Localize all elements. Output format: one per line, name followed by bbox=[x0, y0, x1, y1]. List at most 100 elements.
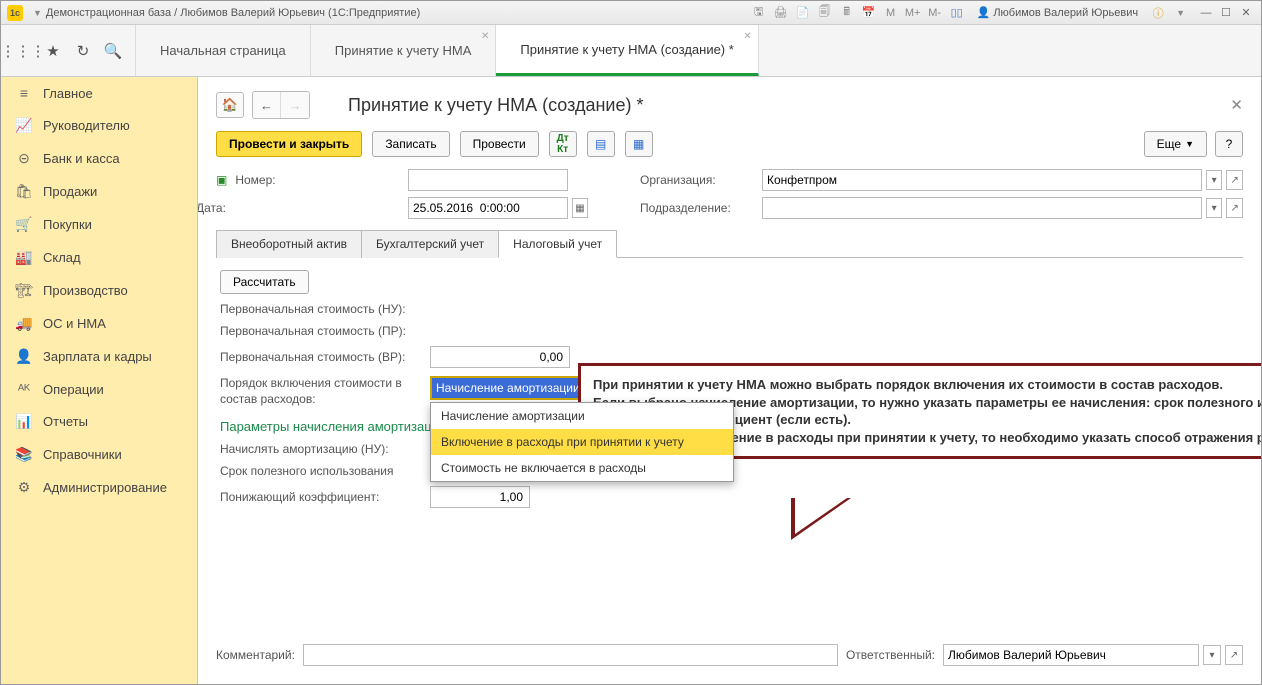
sidebar-item-admin[interactable]: ⚙Администрирование bbox=[1, 471, 197, 504]
sys-icon-1[interactable]: 🖫 bbox=[751, 5, 767, 21]
help-button[interactable]: ? bbox=[1215, 131, 1243, 157]
cost-order-dropdown: Начисление амортизации Включение в расхо… bbox=[430, 402, 734, 482]
back-button[interactable]: ← bbox=[253, 92, 281, 118]
truck-icon: 🚚 bbox=[15, 315, 33, 332]
close-icon[interactable]: ✕ bbox=[743, 31, 751, 42]
close-window-button[interactable]: ✕ bbox=[1237, 5, 1255, 21]
maximize-button[interactable]: ☐ bbox=[1217, 5, 1235, 21]
init-cost-vr-input[interactable] bbox=[430, 346, 570, 368]
save-button[interactable]: Записать bbox=[372, 131, 449, 157]
sidebar-item-bank[interactable]: ⊝Банк и касса bbox=[1, 142, 197, 175]
dept-input[interactable] bbox=[762, 197, 1202, 219]
calc-icon[interactable]: 🖩 bbox=[839, 5, 855, 21]
post-and-close-button[interactable]: Провести и закрыть bbox=[216, 131, 362, 157]
coin-icon: ⊝ bbox=[15, 150, 33, 167]
dropdown-icon[interactable]: ▾ bbox=[1206, 170, 1223, 190]
order-label: Порядок включения стоимости в состав рас… bbox=[220, 376, 420, 407]
more-button[interactable]: Еще ▼ bbox=[1144, 131, 1207, 157]
responsible-label: Ответственный: bbox=[846, 648, 935, 662]
calendar-icon[interactable]: 📅 bbox=[861, 5, 877, 21]
useful-life-label: Срок полезного использования bbox=[220, 464, 420, 478]
current-user[interactable]: 👤Любимов Валерий Юрьевич bbox=[977, 6, 1138, 19]
minimize-button[interactable]: — bbox=[1197, 5, 1215, 21]
tab-tax-accounting[interactable]: Налоговый учет bbox=[498, 230, 617, 258]
open-icon[interactable]: ↗ bbox=[1226, 198, 1243, 218]
sidebar-item-production[interactable]: 🏗Производство bbox=[1, 274, 197, 307]
sidebar-item-reports[interactable]: 📊Отчеты bbox=[1, 405, 197, 438]
tab-noncurrent-asset[interactable]: Внеоборотный актив bbox=[216, 230, 362, 258]
close-page-button[interactable]: ✕ bbox=[1230, 96, 1243, 114]
gear-icon: ⚙ bbox=[15, 479, 33, 496]
home-button[interactable]: 🏠 bbox=[216, 92, 244, 118]
sidebar-item-sales[interactable]: 🛍Продажи bbox=[1, 175, 197, 208]
sidebar-item-main[interactable]: ≡Главное bbox=[1, 77, 197, 109]
open-icon[interactable]: ↗ bbox=[1226, 170, 1243, 190]
dept-label: Подразделение: bbox=[640, 201, 750, 215]
m-icon[interactable]: M bbox=[883, 5, 899, 21]
number-input[interactable] bbox=[408, 169, 568, 191]
tab-nma-list[interactable]: Принятие к учету НМА✕ bbox=[311, 25, 497, 76]
coeff-input[interactable] bbox=[430, 486, 530, 508]
tab-accounting[interactable]: Бухгалтерский учет bbox=[361, 230, 499, 258]
inner-tabs: Внеоборотный актив Бухгалтерский учет На… bbox=[216, 229, 1243, 258]
calendar-picker-icon[interactable]: ▦ bbox=[572, 198, 588, 218]
coeff-label: Понижающий коэффициент: bbox=[220, 490, 420, 504]
sidebar-item-purchases[interactable]: 🛒Покупки bbox=[1, 208, 197, 241]
tab-start-page[interactable]: Начальная страница bbox=[136, 25, 311, 76]
page-header: 🏠 ← → Принятие к учету НМА (создание) * … bbox=[216, 91, 1243, 119]
dropdown-option[interactable]: Включение в расходы при принятии к учету bbox=[431, 429, 733, 455]
close-icon[interactable]: ✕ bbox=[481, 31, 489, 42]
m-minus-icon[interactable]: M- bbox=[927, 5, 943, 21]
sidebar-item-catalogs[interactable]: 📚Справочники bbox=[1, 438, 197, 471]
panel-icon[interactable]: ▯▯ bbox=[949, 5, 965, 21]
amort-nu-label: Начислять амортизацию (НУ): bbox=[220, 442, 420, 456]
bag-icon: 🛍 bbox=[15, 183, 33, 200]
app-window: 1c ▼ Демонстрационная база / Любимов Вал… bbox=[0, 0, 1262, 685]
doc-icon[interactable]: 📄 bbox=[795, 5, 811, 21]
list-icon-button[interactable]: ▦ bbox=[625, 131, 653, 157]
titlebar: 1c ▼ Демонстрационная база / Любимов Вал… bbox=[1, 1, 1261, 25]
comment-label: Комментарий: bbox=[216, 648, 295, 662]
forward-button[interactable]: → bbox=[281, 92, 309, 118]
number-label: Номер: bbox=[235, 173, 275, 187]
responsible-input[interactable] bbox=[943, 644, 1199, 666]
form-icon-button[interactable]: ▤ bbox=[587, 131, 615, 157]
window-title: Демонстрационная база / Любимов Валерий … bbox=[46, 7, 420, 19]
dropdown-option[interactable]: Стоимость не включается в расходы bbox=[431, 455, 733, 481]
app-menu-dropdown-icon[interactable]: ▼ bbox=[33, 8, 42, 18]
main-tabs-bar: ⋮⋮⋮ ★ ↻ 🔍 Начальная страница Принятие к … bbox=[1, 25, 1261, 77]
dk-button[interactable]: ДтКт bbox=[549, 131, 577, 157]
sidebar-item-warehouse[interactable]: 🏭Склад bbox=[1, 241, 197, 274]
apps-grid-icon[interactable]: ⋮⋮⋮ bbox=[13, 41, 33, 61]
tab-nma-create[interactable]: Принятие к учету НМА (создание) *✕ bbox=[496, 25, 758, 76]
info-icon[interactable]: ⓘ bbox=[1150, 5, 1166, 21]
tabs-tools: ⋮⋮⋮ ★ ↻ 🔍 bbox=[1, 25, 136, 76]
sidebar-item-hr[interactable]: 👤Зарплата и кадры bbox=[1, 340, 197, 373]
compare-icon[interactable]: 🗐 bbox=[817, 5, 833, 21]
post-button[interactable]: Провести bbox=[460, 131, 539, 157]
dropdown-icon[interactable]: ▾ bbox=[1206, 198, 1223, 218]
bars-icon: 📊 bbox=[15, 413, 33, 430]
page-title: Принятие к учету НМА (создание) * bbox=[348, 95, 644, 116]
sidebar-item-operations[interactable]: ᴬᴷОперации bbox=[1, 373, 197, 405]
sidebar-item-manager[interactable]: 📈Руководителю bbox=[1, 109, 197, 142]
system-toolbar: 🖫 🖨 📄 🗐 🖩 📅 M M+ M- ▯▯ 👤Любимов Валерий … bbox=[751, 5, 1189, 21]
sidebar-item-assets[interactable]: 🚚ОС и НМА bbox=[1, 307, 197, 340]
person-icon: 👤 bbox=[15, 348, 33, 365]
info-dropdown-icon[interactable]: ▼ bbox=[1176, 8, 1185, 18]
search-icon[interactable]: 🔍 bbox=[103, 41, 123, 61]
print-icon[interactable]: 🖨 bbox=[773, 5, 789, 21]
dropdown-icon[interactable]: ▾ bbox=[1203, 645, 1221, 665]
history-icon[interactable]: ↻ bbox=[73, 41, 93, 61]
m-plus-icon[interactable]: M+ bbox=[905, 5, 921, 21]
org-input[interactable] bbox=[762, 169, 1202, 191]
star-icon[interactable]: ★ bbox=[43, 41, 63, 61]
chart-icon: 📈 bbox=[15, 117, 33, 134]
date-input[interactable] bbox=[408, 197, 568, 219]
calculate-button[interactable]: Рассчитать bbox=[220, 270, 309, 294]
comment-input[interactable] bbox=[303, 644, 838, 666]
init-cost-pr-label: Первоначальная стоимость (ПР): bbox=[220, 324, 420, 338]
factory-icon: 🏗 bbox=[15, 282, 33, 299]
open-icon[interactable]: ↗ bbox=[1225, 645, 1243, 665]
dropdown-option[interactable]: Начисление амортизации bbox=[431, 403, 733, 429]
